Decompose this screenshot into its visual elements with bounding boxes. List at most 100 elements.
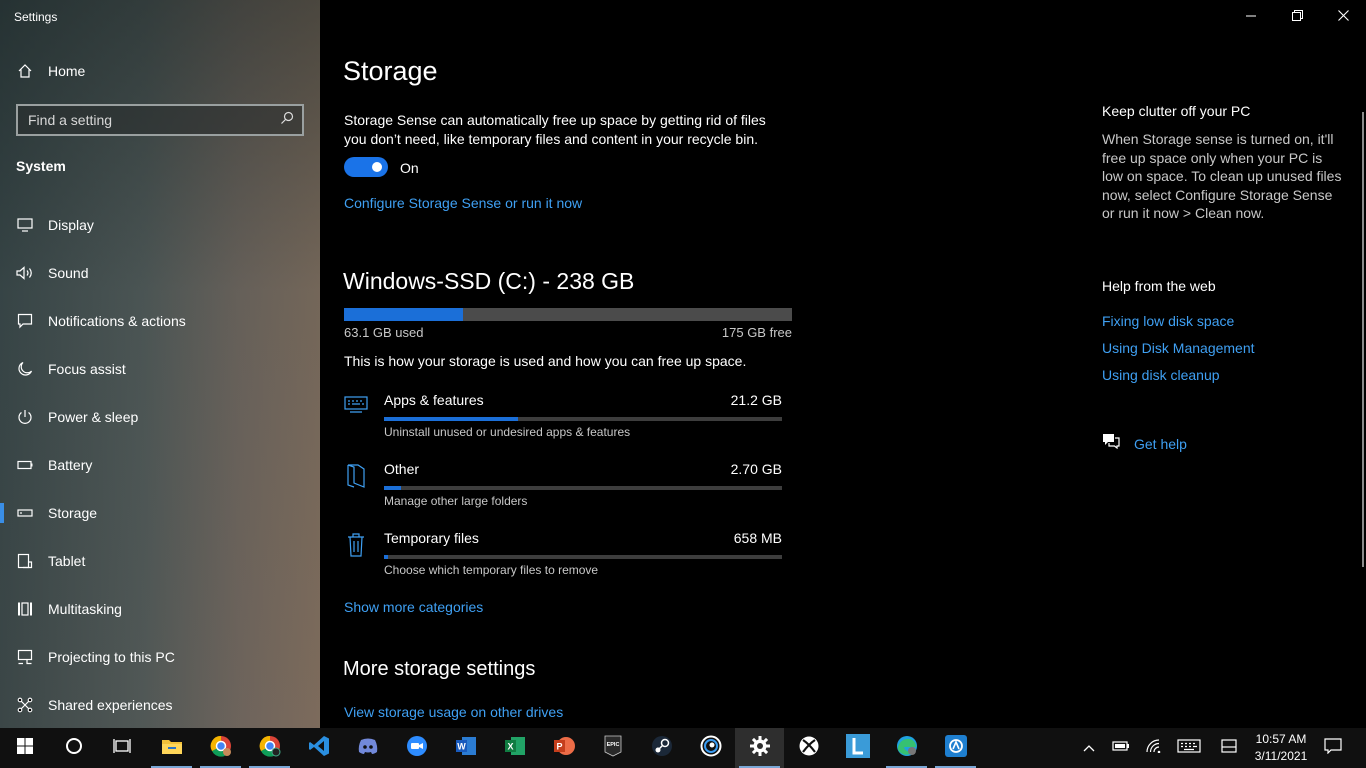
tray-network-button[interactable] — [1142, 728, 1168, 768]
close-button[interactable] — [1320, 4, 1366, 30]
share-icon — [16, 696, 34, 714]
task-view-button[interactable] — [98, 728, 147, 768]
sidebar-item-label: Shared experiences — [48, 697, 173, 713]
sidebar-item-label: Projecting to this PC — [48, 649, 175, 665]
view-other-drives-link[interactable]: View storage usage on other drives — [344, 704, 563, 720]
taskbar-chrome[interactable] — [245, 728, 294, 768]
svg-text:P: P — [556, 741, 562, 751]
help-link-disk-cleanup[interactable]: Using disk cleanup — [1102, 367, 1255, 394]
edge-icon — [896, 735, 918, 762]
sidebar-item-focus-assist[interactable]: Focus assist — [0, 345, 320, 393]
powerpoint-icon: P — [553, 735, 575, 762]
category-name: Other — [384, 461, 420, 477]
gear-icon — [749, 735, 771, 762]
steam-icon — [651, 735, 673, 762]
sidebar-item-tablet[interactable]: Tablet — [0, 537, 320, 585]
sidebar-item-multitasking[interactable]: Multitasking — [0, 585, 320, 633]
app-title: Settings — [14, 10, 58, 24]
epic-games-icon: EPIC — [604, 735, 622, 762]
cortana-circle-icon — [65, 737, 83, 760]
category-fill — [384, 486, 402, 490]
sidebar-item-label: Notifications & actions — [48, 313, 186, 329]
taskbar-xbox[interactable] — [784, 728, 833, 768]
sidebar-item-power-sleep[interactable]: Power & sleep — [0, 393, 320, 441]
taskbar-l-app[interactable] — [833, 728, 882, 768]
taskbar-powerpoint[interactable]: P — [539, 728, 588, 768]
scrollbar-thumb[interactable] — [1362, 112, 1364, 567]
tablet-icon — [16, 552, 34, 570]
drive-free-label: 175 GB free — [721, 325, 792, 340]
taskbar-zoom[interactable] — [392, 728, 441, 768]
search-input[interactable] — [28, 112, 268, 128]
drive-icon — [16, 504, 34, 522]
windows-logo-icon — [16, 737, 33, 759]
drive-usage-bar — [344, 308, 792, 321]
taskbar-file-explorer[interactable] — [147, 728, 196, 768]
page-title: Storage — [343, 56, 438, 86]
taskbar-vscode[interactable] — [294, 728, 343, 768]
taskbar-settings[interactable] — [735, 728, 784, 768]
sidebar-item-display[interactable]: Display — [0, 201, 320, 249]
home-label: Home — [48, 63, 86, 79]
help-link-low-disk-space[interactable]: Fixing low disk space — [1102, 313, 1255, 340]
taskbar-excel[interactable]: X — [490, 728, 539, 768]
sidebar-item-label: Battery — [48, 457, 93, 473]
sidebar-item-notifications[interactable]: Notifications & actions — [0, 297, 320, 345]
sidebar-item-label: Tablet — [48, 553, 86, 569]
taskbar-epic-games[interactable]: EPIC — [588, 728, 637, 768]
clock-time: 10:57 AM — [1255, 732, 1307, 746]
category-size: 2.70 GB — [730, 461, 782, 477]
start-button[interactable] — [0, 728, 49, 768]
taskbar-word[interactable]: W — [441, 728, 490, 768]
sidebar-item-sound[interactable]: Sound — [0, 249, 320, 297]
tray-keyboard-button[interactable] — [1174, 728, 1204, 768]
category-description: Manage other large folders — [384, 494, 528, 508]
sidebar-item-projecting[interactable]: Projecting to this PC — [0, 633, 320, 681]
show-more-categories-link[interactable]: Show more categories — [344, 599, 483, 615]
taskbar: W X P EPIC 10:57 AM 3/11/2021 — [0, 728, 1366, 768]
search-box[interactable] — [16, 104, 304, 136]
taskbar-uplay[interactable] — [686, 728, 735, 768]
category-apps-features[interactable]: Apps & features 21.2 GB Uninstall unused… — [344, 392, 784, 448]
sidebar-item-battery[interactable]: Battery — [0, 441, 320, 489]
chevron-up-icon — [1083, 739, 1095, 757]
get-help-link[interactable]: Get help — [1102, 433, 1187, 454]
home-icon — [16, 62, 34, 80]
action-center-button[interactable] — [1320, 728, 1346, 768]
discord-icon — [357, 737, 379, 760]
nav-home[interactable]: Home — [16, 62, 85, 80]
help-link-disk-management[interactable]: Using Disk Management — [1102, 340, 1255, 367]
sidebar-item-shared-experiences[interactable]: Shared experiences — [0, 681, 320, 729]
minimize-button[interactable] — [1228, 4, 1274, 30]
taskbar-steam[interactable] — [637, 728, 686, 768]
speaker-icon — [16, 264, 34, 282]
configure-storage-sense-link[interactable]: Configure Storage Sense or run it now — [344, 195, 582, 211]
show-hidden-icons-button[interactable] — [1077, 728, 1101, 768]
restore-button[interactable] — [1274, 4, 1320, 30]
display-mode-icon — [1221, 738, 1237, 758]
clock-date: 3/11/2021 — [1254, 749, 1308, 763]
storage-sense-toggle[interactable] — [344, 157, 388, 177]
category-other[interactable]: Other 2.70 GB Manage other large folders — [344, 461, 784, 517]
battery-icon — [16, 456, 34, 474]
svg-text:W: W — [457, 741, 466, 751]
search-icon[interactable] — [280, 111, 294, 130]
battery-plugged-icon — [1112, 739, 1130, 757]
message-icon — [16, 312, 34, 330]
taskbar-clock[interactable]: 10:57 AM 3/11/2021 — [1244, 731, 1318, 765]
tray-battery-button[interactable] — [1108, 728, 1134, 768]
cortana-button[interactable] — [49, 728, 98, 768]
tray-tablet-mode-button[interactable] — [1216, 728, 1242, 768]
wifi-icon — [1146, 738, 1164, 758]
uplay-swirl-icon — [700, 735, 722, 762]
taskbar-discord[interactable] — [343, 728, 392, 768]
category-temporary-files[interactable]: Temporary files 658 MB Choose which temp… — [344, 530, 784, 586]
taskbar-chrome-profile[interactable] — [196, 728, 245, 768]
zoom-icon — [406, 735, 428, 762]
taskbar-edge[interactable] — [882, 728, 931, 768]
trash-icon — [344, 532, 368, 557]
sidebar-item-label: Storage — [48, 505, 98, 521]
main-pane: Storage Storage Sense can automatically … — [320, 0, 1366, 728]
taskbar-app[interactable] — [931, 728, 980, 768]
sidebar-item-storage[interactable]: Storage — [0, 489, 320, 537]
